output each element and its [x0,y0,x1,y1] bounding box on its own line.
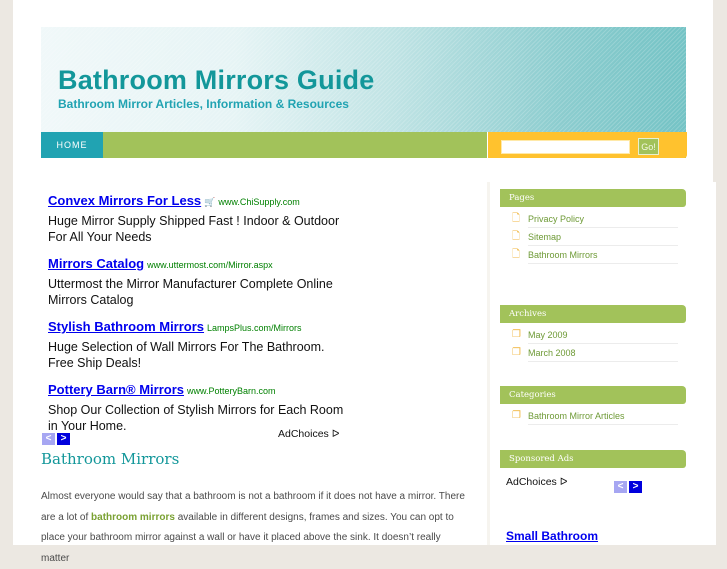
sidebar-item-bathroom-mirror-articles[interactable]: ❐ Bathroom Mirror Articles [511,407,678,425]
sidebar-ad-prev-button[interactable]: < [614,481,627,493]
archives-list: ❐ May 2009 ❐ March 2008 [490,323,716,362]
ad-url-link[interactable]: www.uttermost.com/Mirror.aspx [147,260,273,270]
ad-title-link[interactable]: Mirrors Catalog [48,256,144,271]
ad-prev-button[interactable]: < [42,433,55,445]
ad-url-link[interactable]: www.PotteryBarn.com [187,386,276,396]
adchoices-icon: ᐅ [331,429,340,440]
page: Bathroom Mirrors Guide Bathroom Mirror A… [13,0,716,564]
ad-description: Huge Mirror Supply Shipped Fast ! Indoor… [48,214,340,244]
sidebar-adchoices-link[interactable]: AdChoices ᐅ [506,476,567,488]
site-title[interactable]: Bathroom Mirrors Guide [58,65,374,96]
page-icon: 🗋 [512,249,521,260]
sidebar-item-bathroom-mirrors[interactable]: 🗋 Bathroom Mirrors [511,246,678,264]
adchoices-icon: ᐅ [559,477,568,488]
stacked-pages-icon: ❐ [512,329,521,340]
sidebar-item-label: Bathroom Mirror Articles [528,411,625,421]
pages-list: 🗋 Privacy Policy 🗋 Sitemap 🗋 Bathroom Mirro… [490,207,716,264]
sidebar-item-label: Privacy Policy [528,214,585,224]
widget-heading-archives: Archives [500,305,686,323]
adchoices-label: AdChoices [506,476,557,488]
sidebar: Pages 🗋 Privacy Policy 🗋 Sitemap 🗋 Bathroom… [487,182,716,545]
ad-item: Pottery Barn® Mirrors www.PotteryBarn.com… [48,381,348,434]
sidebar-item-label: Sitemap [528,232,562,242]
ad-block: Convex Mirrors For Less 🛒 www.ChiSupply.co… [48,192,348,444]
site-header: Bathroom Mirrors Guide Bathroom Mirror A… [41,27,686,132]
stacked-pages-icon: ❐ [512,347,521,358]
search-area: Go! [487,132,687,158]
ad-item: Convex Mirrors For Less 🛒 www.ChiSupply.co… [48,192,348,245]
ad-url-link[interactable]: www.ChiSupply.com [218,197,299,207]
ad-pager: < > [42,428,72,446]
sidebar-item-label: March 2008 [528,348,576,358]
sidebar-item-label: Bathroom Mirrors [528,250,598,260]
sidebar-item-privacy-policy[interactable]: 🗋 Privacy Policy [511,210,678,228]
adchoices-link[interactable]: AdChoices ᐅ [278,428,339,440]
sidebar-item-sitemap[interactable]: 🗋 Sitemap [511,228,678,246]
ad-title-link[interactable]: Stylish Bathroom Mirrors [48,319,204,334]
sidebar-item-label: May 2009 [528,330,568,340]
cart-icon: 🛒 [204,197,216,207]
ad-title-link[interactable]: Convex Mirrors For Less [48,193,201,208]
search-input[interactable] [501,140,630,154]
sponsored-ad-controls: AdChoices ᐅ < > [490,473,716,493]
stacked-pages-icon: ❐ [512,410,521,421]
post-title[interactable]: Bathroom Mirrors [41,450,179,468]
nav-bar: HOME Go! [41,132,687,158]
ad-url-link[interactable]: LampsPlus.com/Mirrors [207,323,302,333]
categories-list: ❐ Bathroom Mirror Articles [490,404,716,425]
adchoices-label: AdChoices [278,428,329,440]
widget-heading-categories: Categories [500,386,686,404]
search-go-button[interactable]: Go! [638,138,659,155]
sidebar-item-march-2008[interactable]: ❐ March 2008 [511,344,678,362]
page-icon: 🗋 [512,213,521,224]
page-icon: 🗋 [512,231,521,242]
sidebar-ad-pager: < > [614,476,644,494]
ad-item: Mirrors Catalog www.uttermost.com/Mirror.… [48,255,348,308]
site-tagline: Bathroom Mirror Articles, Information & … [58,97,349,111]
widget-heading-sponsored-ads: Sponsored Ads [500,450,686,468]
ad-description: Uttermost the Mirror Manufacturer Comple… [48,277,333,307]
nav-home-link[interactable]: HOME [41,132,103,158]
sidebar-ad-next-button[interactable]: > [629,481,642,493]
post-inline-link[interactable]: bathroom mirrors [91,512,175,523]
post-body: Almost everyone would say that a bathroo… [41,487,466,569]
widget-heading-pages: Pages [500,189,686,207]
sidebar-ad-title-link[interactable]: Small Bathroom [506,529,598,543]
sidebar-item-may-2009[interactable]: ❐ May 2009 [511,326,678,344]
ad-item: Stylish Bathroom Mirrors LampsPlus.com/Mi… [48,318,348,371]
ad-title-link[interactable]: Pottery Barn® Mirrors [48,382,184,397]
ad-description: Huge Selection of Wall Mirrors For The B… [48,340,325,370]
ad-next-button[interactable]: > [57,433,70,445]
